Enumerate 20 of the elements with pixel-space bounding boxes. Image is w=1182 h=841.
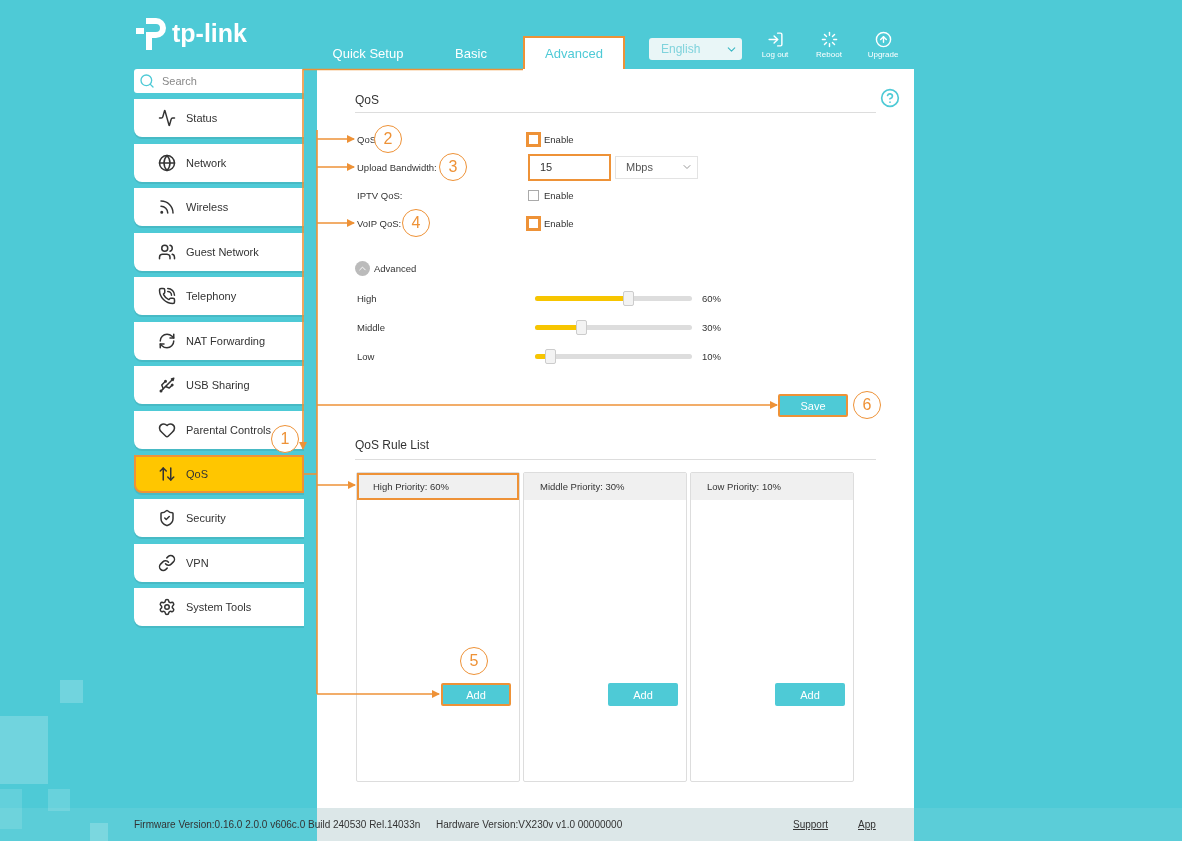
- checkbox-label: Enable: [544, 217, 574, 229]
- slider-value: 60%: [702, 293, 721, 304]
- setting-label: QoS: [357, 133, 376, 145]
- setting-label: Upload Bandwidth:: [357, 161, 437, 173]
- checkbox-label: Enable: [544, 189, 574, 201]
- column-header: Low Priority: 10%: [691, 473, 853, 500]
- setting-label: VoIP QoS:: [357, 217, 402, 229]
- priority-label: High: [356, 293, 378, 304]
- priority-label: Low: [356, 351, 376, 362]
- column-header: High Priority: 60%: [357, 473, 519, 500]
- priority-label: Middle: [356, 322, 386, 333]
- section-title: QoS: [355, 93, 876, 113]
- logo: tp-link: [134, 14, 317, 52]
- hardware-version: Hardware Version:VX230v v1.0 00000000: [436, 819, 624, 830]
- setting-label: IPTV QoS:: [357, 189, 403, 201]
- column-header: Middle Priority: 30%: [524, 473, 686, 500]
- section-title: QoS Rule List: [355, 438, 876, 460]
- slider-value: 30%: [702, 322, 721, 333]
- slider-value: 10%: [702, 351, 721, 362]
- checkbox-label: Enable: [544, 133, 574, 145]
